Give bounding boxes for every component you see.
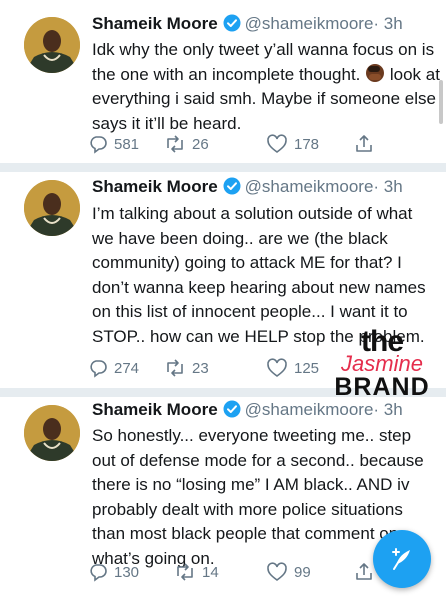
retweet-count: 14 <box>202 563 219 581</box>
reply-count: 130 <box>114 563 140 581</box>
timestamp: · 3h <box>373 177 403 196</box>
display-name[interactable]: Shameik Moore <box>92 14 218 33</box>
tweet-text: Idk why the only tweet y’all wanna focus… <box>92 38 440 136</box>
reply-icon <box>90 360 107 378</box>
timestamp: · 3h <box>373 14 403 33</box>
share-button[interactable] <box>354 134 374 154</box>
heart-icon <box>267 562 287 581</box>
tweet-1[interactable]: Shameik Moore @shameikmoore· 3h Idk why t… <box>0 0 446 165</box>
retweet-icon <box>167 359 183 377</box>
watermark-line-1: the <box>361 325 404 358</box>
reply-count: 581 <box>114 135 140 153</box>
like-button[interactable]: 99 <box>266 562 311 582</box>
retweet-button[interactable]: 14 <box>174 562 219 582</box>
retweet-button[interactable]: 23 <box>164 358 209 378</box>
retweet-count: 26 <box>192 135 209 153</box>
display-name[interactable]: Shameik Moore <box>92 177 218 196</box>
reply-button[interactable]: 274 <box>88 358 139 378</box>
watermark-line-2: Jasmine <box>341 351 423 376</box>
retweet-icon <box>177 563 193 581</box>
share-button[interactable] <box>354 562 374 582</box>
avatar[interactable] <box>24 17 80 73</box>
tweet-separator <box>0 163 446 172</box>
verified-badge-icon <box>223 14 241 38</box>
verified-badge-icon <box>223 400 241 424</box>
like-button[interactable]: 178 <box>266 134 319 154</box>
user-handle[interactable]: @shameikmoore <box>245 14 374 33</box>
like-count: 125 <box>294 359 320 377</box>
scrollbar-thumb[interactable] <box>439 80 443 124</box>
like-count: 178 <box>294 135 320 153</box>
avatar[interactable] <box>24 405 80 461</box>
compose-tweet-icon <box>392 548 410 570</box>
compose-tweet-button[interactable] <box>373 530 431 588</box>
reply-icon <box>90 136 107 154</box>
share-icon <box>356 135 372 152</box>
heart-icon <box>267 358 287 377</box>
man-facepalming-emoji-icon <box>365 63 385 83</box>
reply-count: 274 <box>114 359 140 377</box>
reply-button[interactable]: 581 <box>88 134 139 154</box>
retweet-icon <box>167 135 183 153</box>
user-handle[interactable]: @shameikmoore <box>245 177 374 196</box>
timestamp: · 3h <box>373 400 403 419</box>
share-icon <box>356 563 372 580</box>
user-handle[interactable]: @shameikmoore <box>245 400 374 419</box>
watermark-logo: the Jasmine BRAND <box>326 327 438 400</box>
like-count: 99 <box>294 563 311 581</box>
display-name[interactable]: Shameik Moore <box>92 400 218 419</box>
like-button[interactable]: 125 <box>266 358 319 378</box>
heart-icon <box>267 134 287 153</box>
avatar[interactable] <box>24 180 80 236</box>
retweet-count: 23 <box>192 359 209 377</box>
verified-badge-icon <box>223 177 241 201</box>
retweet-button[interactable]: 26 <box>164 134 209 154</box>
reply-button[interactable]: 130 <box>88 562 139 582</box>
reply-icon <box>90 564 107 582</box>
